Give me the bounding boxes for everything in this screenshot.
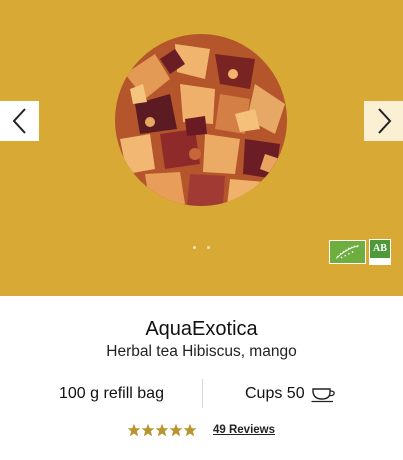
star-icon (141, 423, 155, 437)
info-divider (202, 379, 203, 408)
star-icon (169, 423, 183, 437)
star-icon (183, 423, 197, 437)
ab-badge-strip (370, 258, 390, 264)
product-rating: 49 Reviews (127, 423, 275, 437)
star-rating (127, 423, 197, 437)
carousel-next-button[interactable] (364, 101, 403, 141)
star-icon (127, 423, 141, 437)
ab-organic-badge: AB (369, 239, 391, 265)
product-name: AquaExotica (145, 318, 258, 340)
eu-organic-badge (329, 240, 366, 264)
package-size: 100 g refill bag (59, 385, 164, 402)
carousel-prev-button[interactable] (0, 101, 39, 141)
carousel-dot[interactable] (193, 246, 196, 249)
carousel-dot[interactable] (207, 246, 210, 249)
reviews-link[interactable]: 49 Reviews (213, 424, 275, 436)
cups-label: Cups 50 (245, 385, 305, 402)
product-description: Herbal tea Hibiscus, mango (106, 343, 297, 360)
ab-badge-text: AB (373, 243, 387, 254)
star-icon (155, 423, 169, 437)
chevron-right-icon (377, 108, 391, 134)
eu-organic-leaf-icon (335, 245, 360, 259)
product-hero: AB (0, 0, 403, 296)
product-image (115, 34, 287, 206)
cups-info: Cups 50 (245, 385, 337, 403)
teacup-icon (311, 386, 337, 403)
chevron-left-icon (12, 108, 26, 134)
tea-blend-image (115, 34, 287, 206)
